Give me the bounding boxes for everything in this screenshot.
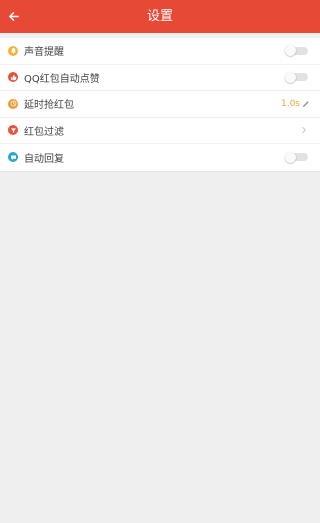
chevron-right-icon [302, 127, 306, 134]
thumbs-up-icon [8, 72, 18, 83]
clock-icon [8, 98, 18, 109]
back-button[interactable] [0, 0, 26, 33]
toggle-knob [285, 71, 296, 83]
setting-row-packet-filter[interactable]: 红包过滤 [0, 118, 320, 144]
filter-icon [8, 125, 18, 136]
toggle-knob [285, 45, 296, 57]
chat-icon [8, 152, 18, 163]
bell-icon [8, 45, 18, 56]
auto-reply-toggle[interactable] [285, 151, 308, 163]
delay-value-editor[interactable]: 1.0s [281, 91, 310, 117]
setting-label: 延时抢红包 [24, 100, 74, 112]
setting-label: 自动回复 [24, 153, 64, 165]
setting-row-delay-grab[interactable]: 延时抢红包 1.0s [0, 91, 320, 118]
settings-list: 声音提醒 QQ红包自动点赞 延时抢红包 1.0s 红包过滤 自动回复 [0, 38, 320, 172]
qq-auto-like-toggle[interactable] [285, 71, 308, 83]
toggle-knob [285, 151, 296, 163]
setting-label: 红包过滤 [24, 126, 64, 138]
setting-label: QQ红包自动点赞 [24, 73, 100, 85]
page-title: 设置 [146, 9, 173, 24]
setting-row-auto-reply[interactable]: 自动回复 [0, 144, 320, 171]
setting-label: 声音提醒 [24, 47, 64, 59]
back-arrow-icon [8, 12, 19, 21]
pencil-icon [303, 101, 309, 107]
sound-reminder-toggle[interactable] [285, 45, 308, 57]
delay-value: 1.0s [280, 98, 300, 109]
setting-row-qq-auto-like[interactable]: QQ红包自动点赞 [0, 65, 320, 91]
setting-row-sound-reminder[interactable]: 声音提醒 [0, 38, 320, 65]
app-header: 设置 [0, 0, 320, 33]
